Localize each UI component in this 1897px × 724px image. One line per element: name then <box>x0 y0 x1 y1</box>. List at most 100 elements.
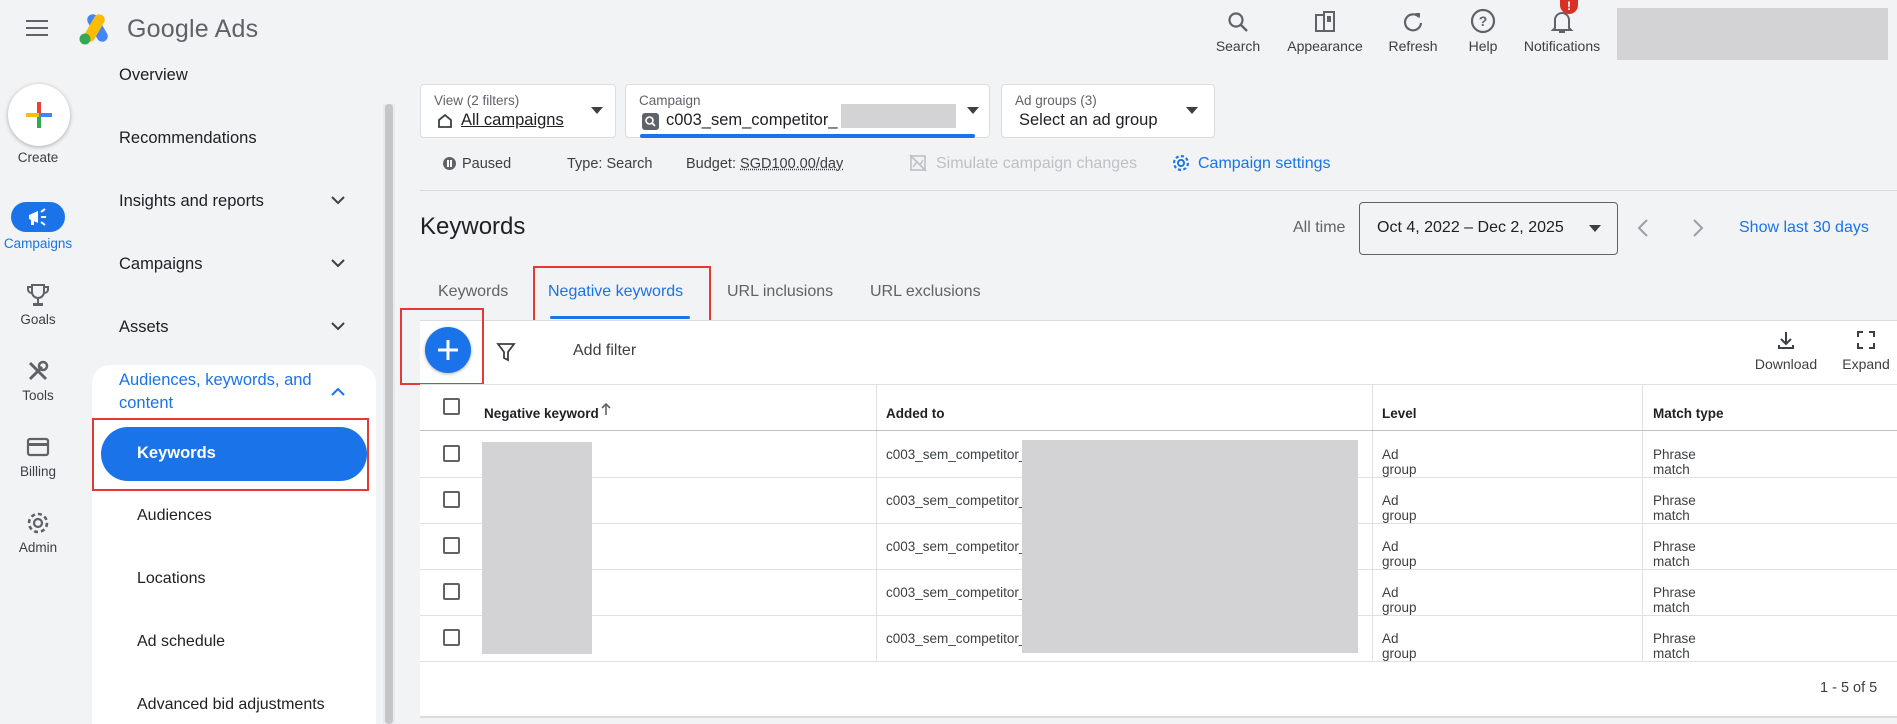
cell-match-type: Phrase match <box>1653 631 1696 661</box>
chevron-down-icon[interactable] <box>330 321 346 331</box>
cell-level: Ad group <box>1382 539 1417 569</box>
create-button[interactable] <box>8 84 70 146</box>
appearance-label: Appearance <box>1287 38 1363 54</box>
col-negative-keyword[interactable]: Negative keyword <box>484 406 599 421</box>
settings-gear-icon <box>1173 155 1189 171</box>
table-header-bottom-border <box>420 430 1897 431</box>
appearance-button[interactable]: Appearance <box>1282 0 1368 54</box>
filter-icon[interactable] <box>496 342 516 362</box>
notifications-label: Notifications <box>1523 38 1601 54</box>
col-negative-keyword-label: Negative keyword <box>484 406 599 421</box>
highlight-box-negative-keywords-tab <box>533 266 711 325</box>
dropdown-arrow-icon <box>1186 107 1198 114</box>
table-card-shadow <box>420 716 1897 718</box>
refresh-label: Refresh <box>1388 38 1438 54</box>
table-header-top-border <box>420 384 1897 385</box>
rail-item-goals[interactable]: Goals <box>0 282 76 327</box>
nav-audiences-keywords-content[interactable]: Audiences, keywords, and content <box>119 369 329 415</box>
cell-added-to[interactable]: c003_sem_competitor_ <box>886 493 1026 508</box>
adgroup-selector[interactable]: Ad groups (3) Select an ad group <box>1001 84 1215 138</box>
col-level[interactable]: Level <box>1382 406 1417 421</box>
row-checkbox[interactable] <box>443 445 460 462</box>
table-bottom-border <box>420 661 1897 662</box>
nav-scrollbar-track[interactable] <box>383 104 395 724</box>
search-icon <box>1228 12 1248 32</box>
rail-item-tools[interactable]: Tools <box>0 358 76 403</box>
search-campaign-icon <box>642 113 659 130</box>
date-range-value: Oct 4, 2022 – Dec 2, 2025 <box>1377 219 1564 236</box>
campaign-settings-link[interactable]: Campaign settings <box>1198 155 1331 173</box>
rail-item-admin[interactable]: Admin <box>0 510 76 555</box>
add-filter-button[interactable]: Add filter <box>573 342 636 360</box>
nav-campaigns[interactable]: Campaigns <box>119 255 202 274</box>
row-checkbox[interactable] <box>443 583 460 600</box>
brand-ads-text: Ads <box>214 15 259 43</box>
search-label: Search <box>1215 38 1261 54</box>
tab-url-inclusions[interactable]: URL inclusions <box>727 283 833 301</box>
view-selector[interactable]: View (2 filters) All campaigns <box>420 84 616 138</box>
cell-added-to[interactable]: c003_sem_competitor_ <box>886 585 1026 600</box>
nav-locations[interactable]: Locations <box>137 570 206 588</box>
chevron-down-icon[interactable] <box>330 195 346 205</box>
cell-match-type: Phrase match <box>1653 539 1696 569</box>
hamburger-menu-icon[interactable] <box>26 20 48 36</box>
rail-item-campaigns[interactable]: Campaigns <box>0 202 76 251</box>
gear-icon <box>27 512 49 534</box>
nav-audiences[interactable]: Audiences <box>137 507 212 525</box>
dropdown-arrow-icon <box>591 107 603 114</box>
download-button[interactable]: Download <box>1750 330 1822 372</box>
campaign-selector-loading-bar <box>640 134 975 138</box>
chevron-left-icon[interactable] <box>1636 218 1650 238</box>
refresh-button[interactable]: Refresh <box>1386 0 1440 54</box>
highlight-box-add-button <box>400 308 484 385</box>
rail-admin-label: Admin <box>18 540 58 555</box>
row-checkbox[interactable] <box>443 537 460 554</box>
campaign-name-redacted <box>841 104 956 128</box>
view-selector-label: View (2 filters) <box>434 93 520 108</box>
show-last-30-days-link[interactable]: Show last 30 days <box>1739 219 1869 237</box>
adgroup-names-redacted <box>1022 440 1358 653</box>
home-icon <box>438 113 452 128</box>
nav-scrollbar-thumb[interactable] <box>385 104 393 724</box>
nav-overview[interactable]: Overview <box>119 66 188 85</box>
campaign-selector[interactable]: Campaign c003_sem_competitor_ <box>625 84 990 138</box>
chevron-up-icon[interactable] <box>330 387 346 397</box>
rail-item-billing[interactable]: Billing <box>0 434 76 479</box>
cell-added-to[interactable]: c003_sem_competitor_ <box>886 631 1026 646</box>
account-switcher-redacted[interactable] <box>1617 8 1888 60</box>
download-label: Download <box>1754 356 1818 372</box>
svg-text:?: ? <box>1479 13 1488 29</box>
campaigns-icon <box>11 202 65 232</box>
col-match-type[interactable]: Match type <box>1653 406 1724 421</box>
top-search-button[interactable]: Search <box>1213 0 1263 54</box>
row-checkbox[interactable] <box>443 491 460 508</box>
nav-insights[interactable]: Insights and reports <box>119 192 264 211</box>
date-range-picker[interactable]: Oct 4, 2022 – Dec 2, 2025 <box>1359 202 1618 255</box>
nav-advanced-bid[interactable]: Advanced bid adjustments <box>137 696 325 714</box>
adgroup-selector-value: Select an ad group <box>1019 111 1158 129</box>
nav-assets[interactable]: Assets <box>119 318 169 337</box>
budget-value[interactable]: SGD100.00/day <box>740 156 843 172</box>
chevron-right-icon[interactable] <box>1691 218 1705 238</box>
col-added-to[interactable]: Added to <box>886 406 945 421</box>
top-bar: Google Ads Search Appearance Refresh ? H… <box>0 0 1897 60</box>
trophy-icon <box>27 284 49 306</box>
expand-label: Expand <box>1842 356 1890 372</box>
plus-multicolor-icon <box>26 102 52 128</box>
tab-keywords[interactable]: Keywords <box>438 283 508 301</box>
help-icon: ? <box>1470 8 1496 34</box>
nav-ad-schedule[interactable]: Ad schedule <box>137 633 225 651</box>
tab-url-exclusions[interactable]: URL exclusions <box>870 283 981 301</box>
row-checkbox[interactable] <box>443 629 460 646</box>
chevron-down-icon[interactable] <box>330 258 346 268</box>
cell-match-type: Phrase match <box>1653 585 1696 615</box>
select-all-checkbox[interactable] <box>443 398 460 415</box>
cell-added-to[interactable]: c003_sem_competitor_ <box>886 447 1026 462</box>
expand-button[interactable]: Expand <box>1838 330 1894 372</box>
all-time-label: All time <box>1293 219 1346 236</box>
cell-added-to[interactable]: c003_sem_competitor_ <box>886 539 1026 554</box>
simulate-campaign-changes[interactable]: Simulate campaign changes <box>936 155 1137 173</box>
nav-recommendations[interactable]: Recommendations <box>119 129 257 148</box>
help-button[interactable]: ? Help <box>1463 0 1503 54</box>
sort-ascending-icon[interactable] <box>600 402 612 416</box>
